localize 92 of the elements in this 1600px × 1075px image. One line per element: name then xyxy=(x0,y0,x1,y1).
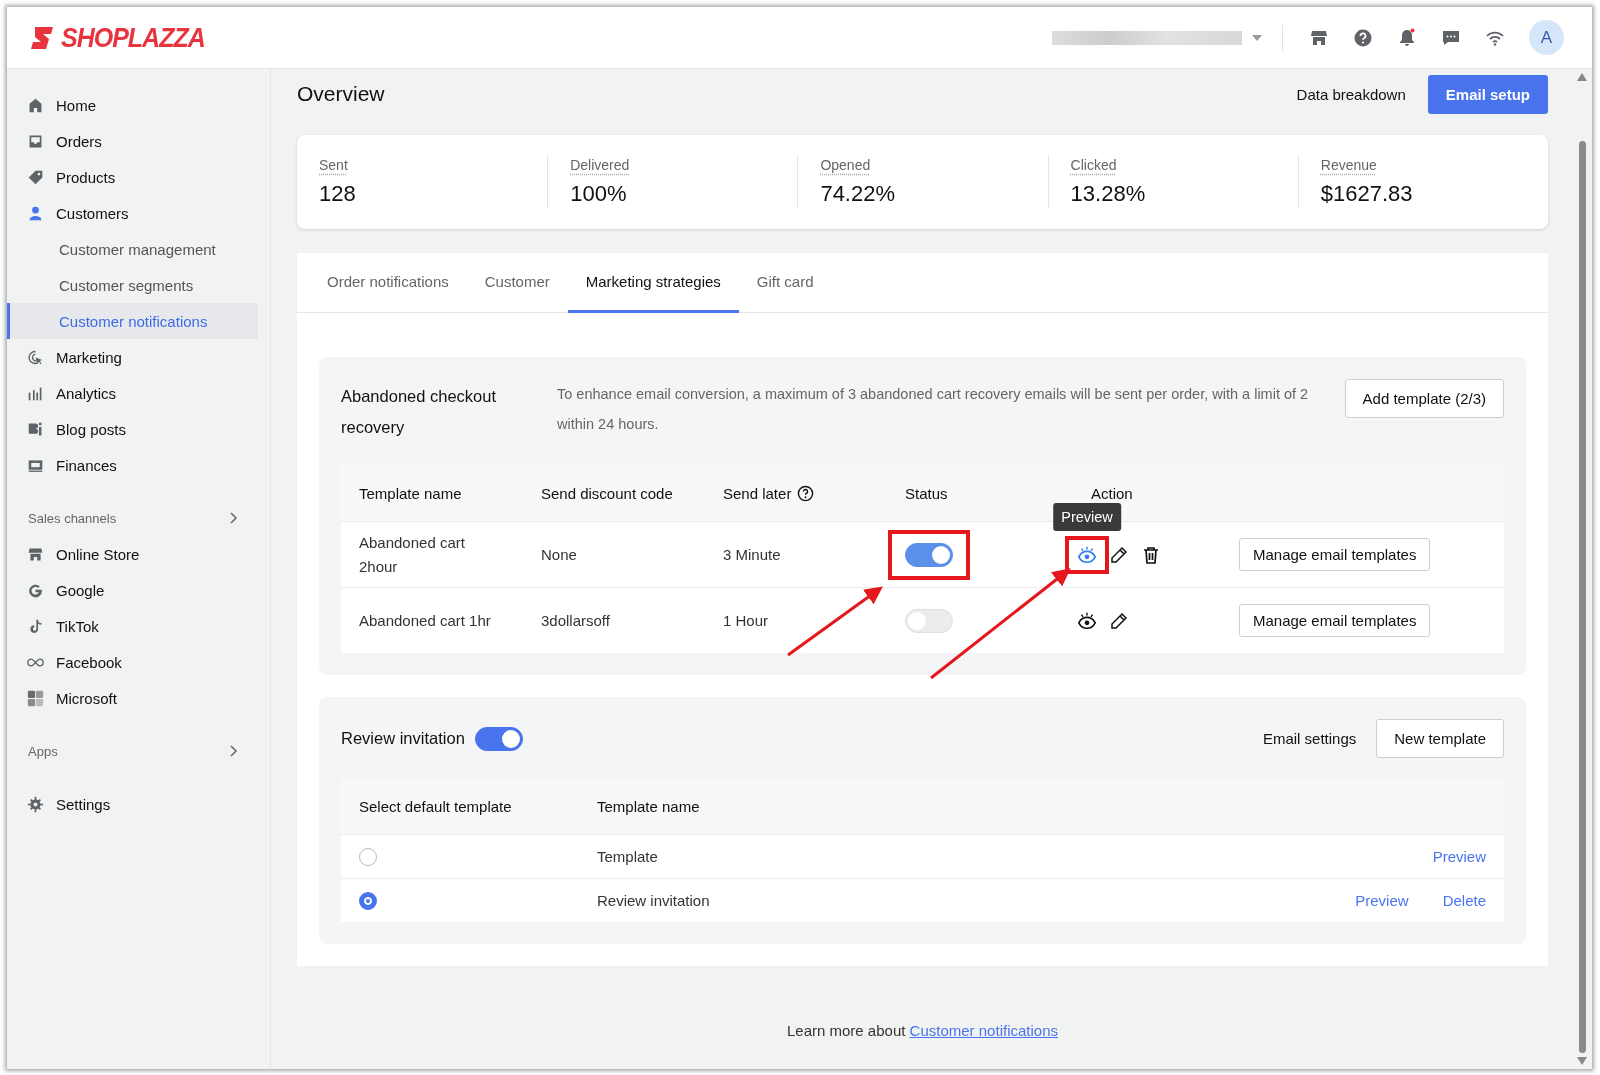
section-description: To enhance email conversion, a maximum of 3 abandoned cart recovery emails will be sent per order, with a limit of 2 within 24 hours. xyxy=(557,385,1310,434)
stat-label[interactable]: Clicked xyxy=(1070,157,1117,173)
settings-icon xyxy=(27,795,44,813)
notification-bell-icon[interactable] xyxy=(1397,27,1417,48)
section-title: Abandoned checkout recovery xyxy=(341,386,498,438)
table-cell: Template xyxy=(597,848,658,865)
review-toggle[interactable] xyxy=(474,726,523,751)
sidebar-item[interactable]: Facebook xyxy=(56,653,122,671)
column-header: Send later xyxy=(723,484,792,502)
tab[interactable]: Order notifications xyxy=(309,253,467,313)
stat-label[interactable]: Revenue xyxy=(1320,157,1377,173)
column-header: Template name xyxy=(597,797,700,815)
stat-label[interactable]: Delivered xyxy=(570,157,630,173)
scroll-up-icon[interactable] xyxy=(1577,73,1587,81)
table-cell: 3 Minute xyxy=(723,546,781,563)
table-cell: 1 Hour xyxy=(723,612,769,629)
stat-value: $1627.83 xyxy=(1320,181,1414,207)
chevron-right-icon[interactable] xyxy=(230,512,238,524)
stat-value: 74.22% xyxy=(820,181,896,207)
table-cell: 3dollarsoff xyxy=(541,612,610,629)
add-template-button[interactable]: Add template (2/3) xyxy=(1344,379,1504,418)
sidebar-item[interactable]: Blog posts xyxy=(56,420,127,438)
edit-pencil-icon[interactable] xyxy=(1109,610,1129,631)
sidebar-item[interactable]: Finances xyxy=(56,456,117,474)
sidebar-item[interactable]: Online Store xyxy=(56,545,140,563)
table-link[interactable]: Preview xyxy=(1432,848,1486,865)
home-icon xyxy=(27,96,44,114)
radio-button[interactable] xyxy=(359,847,377,866)
sidebar-item[interactable]: Google xyxy=(56,581,105,599)
tab[interactable]: Marketing strategies xyxy=(567,253,739,313)
footer-text: Learn more about xyxy=(787,1022,906,1039)
table-cell-text: Abandoned cart 2hour xyxy=(359,532,466,577)
sidebar-item[interactable]: Customers xyxy=(56,204,129,222)
new-template-button[interactable]: New template xyxy=(1376,719,1504,758)
column-header: Template name xyxy=(359,484,462,502)
scroll-down-icon[interactable] xyxy=(1577,1057,1587,1065)
table-cell: Review invitation xyxy=(597,892,710,909)
table-link[interactable]: Preview xyxy=(1355,892,1409,909)
tab[interactable]: Customer xyxy=(466,253,568,313)
data-breakdown-button[interactable]: Data breakdown xyxy=(1294,79,1408,109)
table-cell: None xyxy=(541,546,577,563)
sidebar-item[interactable]: Marketing xyxy=(56,348,122,366)
sidebar-item[interactable]: TikTok xyxy=(56,617,99,635)
sidebar-item[interactable]: Analytics xyxy=(56,384,117,402)
table-link[interactable]: Delete xyxy=(1442,892,1486,909)
help-link[interactable]: Customer notifications xyxy=(909,1022,1058,1039)
section-title: Review invitation xyxy=(341,729,465,748)
page-title: Overview xyxy=(297,82,385,106)
table-cell-text: Abandoned cart 1hr xyxy=(359,610,491,631)
sidebar-item[interactable]: Products xyxy=(56,168,116,186)
email-settings-button[interactable]: Email settings xyxy=(1260,724,1359,753)
edit-pencil-icon[interactable] xyxy=(1109,544,1129,565)
sidebar-section[interactable]: Apps xyxy=(28,743,58,759)
sidebar-section[interactable]: Sales channels xyxy=(28,510,117,526)
sidebar-item[interactable]: Settings xyxy=(56,795,111,813)
delete-trash-icon[interactable] xyxy=(1141,544,1161,565)
logo-text: SHOPLAZZA xyxy=(61,21,205,54)
scrollbar-thumb[interactable] xyxy=(1578,141,1586,1053)
status-toggle[interactable] xyxy=(905,542,953,567)
sidebar-subitem[interactable]: Customer notifications xyxy=(7,303,258,339)
tab[interactable]: Gift card xyxy=(738,253,832,313)
music-note-icon xyxy=(27,617,44,635)
chevron-right-icon[interactable] xyxy=(230,745,238,757)
column-header: Status xyxy=(905,484,948,502)
person-icon xyxy=(27,204,44,222)
sidebar-item[interactable]: Orders xyxy=(56,132,102,150)
preview-eye-icon[interactable] xyxy=(1077,610,1097,631)
grid-icon xyxy=(27,689,44,707)
column-header: Action xyxy=(1091,484,1133,502)
sidebar-item[interactable]: Microsoft xyxy=(56,689,117,707)
stat-value: 13.28% xyxy=(1070,181,1147,207)
help-icon[interactable] xyxy=(797,484,815,502)
sidebar-item[interactable]: Home xyxy=(56,96,96,114)
tag-icon xyxy=(27,168,44,186)
manage-templates-button[interactable]: Manage email templates xyxy=(1239,604,1431,637)
column-header: Send discount code xyxy=(541,484,673,502)
sidebar-subitem[interactable]: Customer management xyxy=(7,231,258,267)
caret-icon[interactable] xyxy=(1252,34,1262,41)
user-avatar[interactable]: A xyxy=(1529,20,1564,55)
stat-value: 128 xyxy=(319,181,357,207)
manage-templates-button[interactable]: Manage email templates xyxy=(1239,538,1431,571)
blog-icon xyxy=(27,420,44,438)
email-setup-button[interactable]: Email setup xyxy=(1427,74,1548,114)
stat-label[interactable]: Opened xyxy=(820,157,871,173)
sidebar-subitem[interactable]: Customer segments xyxy=(7,267,258,303)
stat-label[interactable]: Sent xyxy=(319,157,348,173)
help-icon[interactable] xyxy=(1353,27,1373,48)
column-header: Select default template xyxy=(359,797,512,815)
tooltip: Preview xyxy=(1053,502,1121,531)
radio-button[interactable] xyxy=(359,891,377,910)
stat-value: 100% xyxy=(570,181,628,207)
target-cursor-icon xyxy=(27,348,44,366)
